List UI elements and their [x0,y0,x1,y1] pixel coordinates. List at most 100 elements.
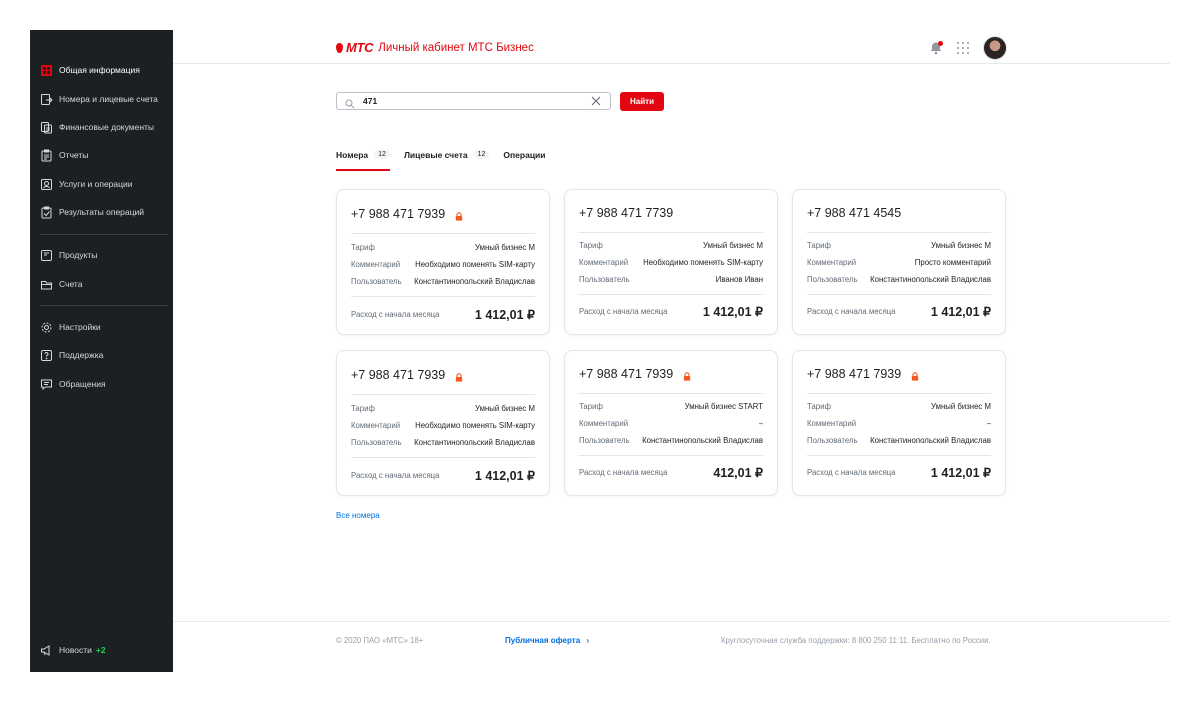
spend-amount: 1 412,01 ₽ [702,305,763,319]
card-phone: +7 988 471 4545 [807,206,901,220]
sidebar-item-results[interactable]: Результаты операций [40,204,144,220]
tab-label: Номера [336,150,369,160]
all-numbers-link[interactable]: Все номера [336,511,380,520]
apps-grid-icon[interactable] [957,42,969,54]
chevron-right-icon: › [586,636,590,645]
number-card[interactable]: +7 988 471 7939 Тариф Умный бизнес START Ко… [564,350,778,496]
header-actions [929,36,1007,60]
user-value: Константинопольский Владислав [414,438,535,447]
user-value: Константинопольский Владислав [414,277,535,286]
sidebar-item-label: Отчеты [59,150,89,160]
user-value: Константинопольский Владислав [870,275,991,284]
user-row: Пользователь Константинопольский Владисла… [351,438,535,447]
sidebar-item-services[interactable]: Услуги и операции [40,176,133,192]
spend-label: Расход с начала месяца [807,468,896,477]
sidebar-item-label: Настройки [59,322,101,332]
sidebar-item-support[interactable]: Поддержка [40,347,103,363]
tariff-row: Тариф Умный бизнес М [807,402,991,411]
spend-label: Расход с начала месяца [351,310,440,319]
tariff-row: Тариф Умный бизнес М [579,241,763,250]
spend-row: Расход с начала месяца 412,01 ₽ [579,465,763,480]
sidebar-item-products[interactable]: Продукты [40,247,97,263]
footer-divider [173,621,1170,622]
number-card[interactable]: +7 988 471 7939 Тариф Умный бизнес М Коммен… [336,189,550,335]
search-icon [345,96,355,109]
close-icon[interactable] [590,95,602,107]
sidebar-item-requests[interactable]: Обращения [40,376,106,392]
tab-operations[interactable]: Операции [503,146,545,171]
user-label: Пользователь [579,275,630,284]
public-offer-link[interactable]: Публичная оферта › [505,636,589,645]
card-divider [807,393,991,394]
sidebar-item-accounts[interactable]: Счета [40,276,82,292]
spend-amount: 412,01 ₽ [713,466,763,480]
tariff-label: Тариф [579,402,603,411]
number-card[interactable]: +7 988 471 7939 Тариф Умный бизнес М Коммен… [792,350,1006,496]
tab-label: Лицевые счета [403,150,468,160]
sidebar-item-reports[interactable]: Отчеты [40,147,88,163]
avatar[interactable] [983,36,1007,60]
sidebar-item-label: Поддержка [59,350,104,360]
mts-logo[interactable]: МТС Личный кабинет МТС Бизнес [336,40,534,55]
sidebar-item-label: Результаты операций [59,207,145,217]
sidebar-item-label: Продукты [59,250,98,260]
comment-value: Необходимо поменять SIM-карту [415,260,535,269]
user-label: Пользователь [579,436,630,445]
sidebar-item-numbers[interactable]: Номера и лицевые счета [40,91,158,107]
comment-row: Комментарий Необходимо поменять SIM-карту [351,260,535,269]
card-divider [807,294,991,295]
sidebar-item-documents[interactable]: Финансовые документы [40,119,154,135]
sidebar-item-label: Счета [59,279,83,289]
search-input[interactable]: 471 [336,92,611,110]
tab-accounts[interactable]: Лицевые счета 12 [403,146,490,171]
megaphone-icon [40,644,53,657]
comment-value: Просто комментарий [914,258,991,267]
number-card[interactable]: +7 988 471 4545 Тариф Умный бизнес М Коммен… [792,189,1006,335]
spend-label: Расход с начала месяца [351,471,440,480]
footer-support: Круглосуточная служба поддержки: 8 800 2… [721,636,991,645]
phone-number: +7 988 471 7939 [579,367,674,381]
comment-label: Комментарий [351,260,401,269]
spend-amount: 1 412,01 ₽ [474,469,535,483]
sidebar-item-settings[interactable]: Настройки [40,319,101,335]
phone-number: +7 988 471 7739 [579,206,674,220]
sidebar-divider [40,234,168,235]
tab-numbers[interactable]: Номера 12 [336,146,390,171]
card-phone: +7 988 471 7939 [351,207,463,221]
spend-row: Расход с начала месяца 1 412,01 ₽ [807,465,991,480]
spend-label: Расход с начала месяца [579,307,668,316]
services-icon [40,178,53,191]
number-card[interactable]: +7 988 471 7739 Тариф Умный бизнес М Коммен… [564,189,778,335]
bell-icon[interactable] [929,41,943,55]
tariff-row: Тариф Умный бизнес М [351,243,535,252]
spend-amount: 1 412,01 ₽ [930,305,991,319]
comment-label: Комментарий [351,421,401,430]
number-card[interactable]: +7 988 471 7939 Тариф Умный бизнес М Коммен… [336,350,550,496]
numbers-icon [40,93,53,106]
card-phone: +7 988 471 7739 [579,206,673,220]
sidebar-item-news[interactable]: Новости +2 [40,642,106,658]
public-offer-label: Публичная оферта [505,636,581,645]
gear-icon [40,321,53,334]
user-row: Пользователь Константинопольский Владисла… [579,436,763,445]
user-label: Пользователь [807,436,858,445]
sidebar-item-label: Номера и лицевые счета [59,94,158,104]
card-divider [351,296,535,297]
results-icon [40,206,53,219]
tariff-value: Умный бизнес М [475,404,535,413]
spend-row: Расход с начала месяца 1 412,01 ₽ [351,468,535,483]
card-phone: +7 988 471 7939 [807,367,919,381]
card-divider [351,394,535,395]
sidebar-item-label: Услуги и операции [59,179,133,189]
comment-row: Комментарий – [579,419,763,428]
card-divider [579,294,763,295]
products-icon [40,249,53,262]
sidebar-item-label: Общая информация [59,65,140,75]
sidebar-item-overview[interactable]: Общая информация [40,62,140,78]
lock-icon [455,210,463,221]
search-button[interactable]: Найти [620,92,664,111]
sidebar: Общая информация Номера и лицевые счета … [30,30,173,672]
card-divider [579,455,763,456]
card-phone: +7 988 471 7939 [351,368,463,382]
spend-label: Расход с начала месяца [807,307,896,316]
